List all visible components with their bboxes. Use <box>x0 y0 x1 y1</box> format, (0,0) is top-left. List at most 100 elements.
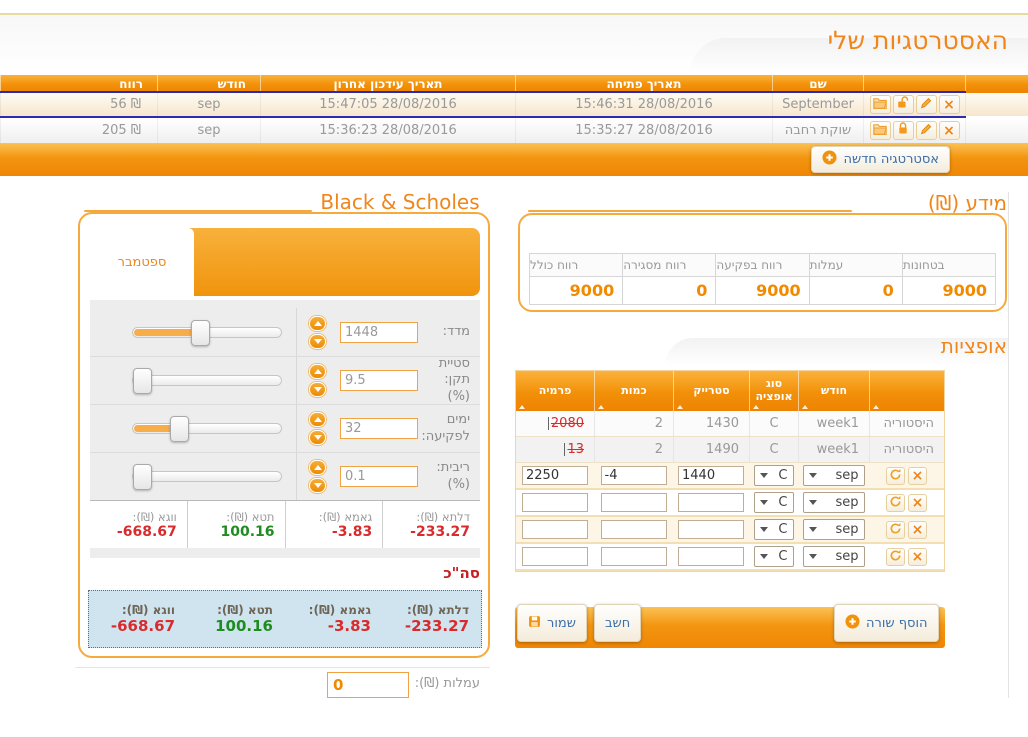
index-label: מדד: <box>418 324 480 340</box>
premium-input[interactable] <box>522 520 588 539</box>
delta-value: -233.27 <box>410 524 470 540</box>
month-select[interactable]: sep <box>803 546 865 567</box>
index-step-up-button[interactable] <box>309 316 326 331</box>
premium-input[interactable] <box>522 493 588 512</box>
quantity-input[interactable] <box>601 547 667 566</box>
interest-step-down-button[interactable] <box>309 478 326 493</box>
history-strike: 1430 <box>673 411 749 436</box>
unlock-strategy-button[interactable] <box>893 95 914 114</box>
delete-row-button[interactable]: × <box>908 494 927 512</box>
interest-input[interactable] <box>340 466 418 487</box>
header-gap <box>965 75 1028 93</box>
days-step-down-button[interactable] <box>309 430 326 445</box>
app-root: האסטרטגיות שלי רווח חודש תאריך עידכון אח… <box>0 0 1028 737</box>
premium-input[interactable] <box>522 547 588 566</box>
chevron-down-icon <box>809 473 817 478</box>
arrow-up-icon <box>314 369 322 374</box>
arrow-up-icon <box>314 321 322 326</box>
calculate-button[interactable]: חשב <box>594 604 641 642</box>
index-step-down-button[interactable] <box>309 334 326 349</box>
delete-strategy-button[interactable]: × <box>939 95 960 114</box>
interest-slider[interactable] <box>132 471 282 482</box>
option-type-select[interactable]: C <box>754 546 794 567</box>
theta-total-value: 100.16 <box>215 617 273 635</box>
open-strategy-button[interactable] <box>870 121 891 140</box>
new-strategy-button[interactable]: אסטרטגיה חדשה <box>811 146 950 173</box>
strike-input[interactable] <box>678 466 744 485</box>
info-value-close-profit: 0 <box>622 277 715 304</box>
options-header-strike[interactable]: סטרייק <box>673 371 749 411</box>
stddev-step-down-button[interactable] <box>309 382 326 397</box>
delete-row-button[interactable]: × <box>908 521 927 539</box>
refresh-row-button[interactable] <box>886 494 905 512</box>
page-title: האסטרטגיות שלי <box>828 26 1008 55</box>
quantity-input[interactable] <box>601 520 667 539</box>
stddev-step-up-button[interactable] <box>309 364 326 379</box>
info-header-close-profit: רווח מסגירה <box>622 254 715 276</box>
info-table: רווח כולל רווח מסגירה רווח בפקיעה עמלות … <box>529 253 996 305</box>
strike-input[interactable] <box>678 547 744 566</box>
option-type-select[interactable]: C <box>754 492 794 513</box>
history-row: 13 2 1490 C week1 היסטוריה <box>516 437 944 463</box>
options-header-qty[interactable]: כמות <box>594 371 673 411</box>
add-row-button[interactable]: הוסף שורה <box>834 604 939 642</box>
delete-row-button[interactable]: × <box>908 548 927 566</box>
history-premium: 13 <box>567 442 584 457</box>
folder-icon <box>873 97 887 113</box>
strike-input[interactable] <box>678 493 744 512</box>
strategy-last-update: 15:47:05 28/08/2016 <box>260 93 515 116</box>
edit-strategy-button[interactable] <box>916 121 937 140</box>
gamma-value: -3.83 <box>332 524 372 540</box>
delete-strategy-button[interactable]: × <box>939 121 960 140</box>
refresh-row-button[interactable] <box>886 521 905 539</box>
history-row: 2080 2 1430 C week1 היסטוריה <box>516 411 944 437</box>
chevron-down-icon <box>760 527 768 532</box>
commission-input[interactable] <box>327 672 409 698</box>
days-slider[interactable] <box>132 423 282 434</box>
history-qty: 2 <box>594 437 673 462</box>
lock-strategy-button[interactable] <box>893 121 914 140</box>
info-value-collateral: 9000 <box>902 277 995 304</box>
save-button[interactable]: שמור <box>517 604 587 642</box>
interest-step-up-button[interactable] <box>309 460 326 475</box>
delete-row-button[interactable]: × <box>908 467 927 485</box>
refresh-icon <box>889 493 902 512</box>
refresh-row-button[interactable] <box>886 467 905 485</box>
tab-september[interactable]: ספטמבר <box>90 228 194 296</box>
quantity-input[interactable] <box>601 466 667 485</box>
month-select[interactable]: sep <box>803 519 865 540</box>
slider-thumb[interactable] <box>170 416 189 442</box>
index-slider[interactable] <box>132 327 282 338</box>
chevron-down-icon <box>760 554 768 559</box>
plus-icon <box>845 614 860 633</box>
days-step-up-button[interactable] <box>309 412 326 427</box>
refresh-row-button[interactable] <box>886 548 905 566</box>
slider-thumb[interactable] <box>191 320 210 346</box>
slider-thumb[interactable] <box>133 368 152 394</box>
index-input[interactable] <box>340 322 418 343</box>
month-select[interactable]: sep <box>803 465 865 486</box>
options-header-month[interactable]: חודש <box>798 371 869 411</box>
strategy-row-september[interactable]: 56 ₪ sep 15:47:05 28/08/2016 15:46:31 28… <box>0 93 1028 116</box>
strategy-row-shoket[interactable]: 205 ₪ sep 15:36:23 28/08/2016 15:35:27 2… <box>0 118 1028 143</box>
slider-thumb[interactable] <box>133 464 152 490</box>
options-header-premium[interactable]: פרמיה <box>516 371 594 411</box>
premium-input[interactable] <box>522 466 588 485</box>
option-type-select[interactable]: C <box>754 519 794 540</box>
vega-value: -668.67 <box>117 524 177 540</box>
close-icon: × <box>912 550 924 564</box>
options-header-type[interactable]: סוג אופציה <box>749 371 798 411</box>
open-strategy-button[interactable] <box>870 95 891 114</box>
days-input[interactable] <box>340 418 418 439</box>
strike-input[interactable] <box>678 520 744 539</box>
stddev-input[interactable] <box>340 370 418 391</box>
edit-strategy-button[interactable] <box>916 95 937 114</box>
param-row-days: ימים לפקיעה: <box>90 404 480 452</box>
month-select[interactable]: sep <box>803 492 865 513</box>
bs-tab-bar: ספטמבר <box>90 228 480 296</box>
option-type-select[interactable]: C <box>754 465 794 486</box>
history-month: week1 <box>798 411 869 436</box>
vega-label: ווגא (₪): <box>133 510 177 524</box>
stddev-slider[interactable] <box>132 375 282 386</box>
quantity-input[interactable] <box>601 493 667 512</box>
